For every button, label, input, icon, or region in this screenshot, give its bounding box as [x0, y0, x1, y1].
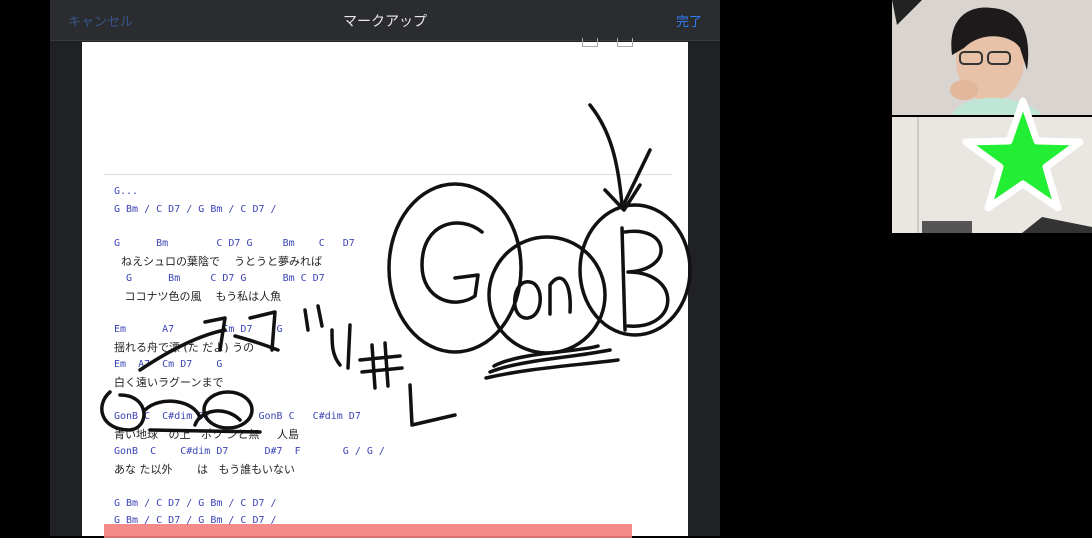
star-icon	[962, 97, 1084, 212]
ink-circle-g	[387, 182, 523, 354]
ink-circle-on	[487, 235, 607, 355]
handwriting-overlay	[100, 103, 692, 434]
ipad-screen: キャンセル マークアップ 完了 G... G Bm / C D7 / G Bm …	[50, 0, 720, 538]
